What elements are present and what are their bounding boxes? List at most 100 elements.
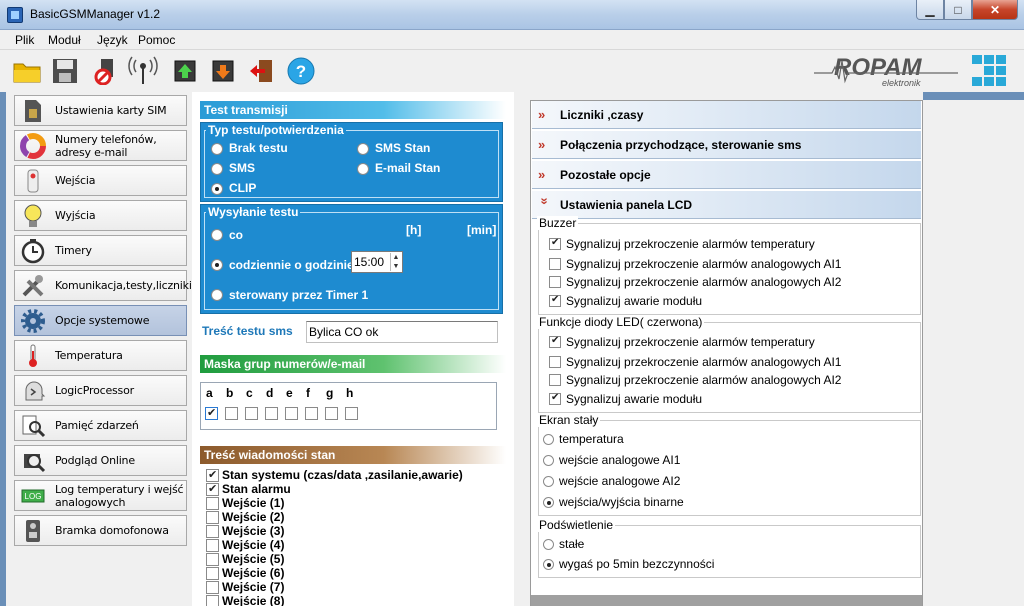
nav-label: Ustawienia karty SIM: [55, 104, 167, 117]
antenna-icon[interactable]: [128, 56, 158, 86]
nav-opcje-systemowe[interactable]: Opcje systemowe: [14, 305, 187, 336]
app-icon: [7, 7, 23, 23]
sms-content-input[interactable]: Bylica CO ok: [306, 321, 498, 343]
minimize-button[interactable]: ▁: [916, 0, 944, 20]
log-icon: LOG: [19, 482, 47, 510]
buzzer-checkbox[interactable]: [549, 294, 561, 307]
radio-clip[interactable]: [211, 183, 223, 195]
radio-label: SMS: [229, 161, 256, 175]
nav-logicprocessor[interactable]: LogicProcessor: [14, 375, 187, 406]
nav-log-temperatury[interactable]: LOG Log temperatury i wejść analogowych: [14, 480, 187, 511]
status-item-label: Wejście (6): [222, 566, 285, 580]
nav-komunikacja[interactable]: Komunikacja,testy,liczniki: [14, 270, 192, 301]
title-bar: BasicGSMManager v1.2 ▁ □ ✕: [0, 0, 1024, 30]
radio-label: E-mail Stan: [375, 161, 441, 175]
radio-timer1[interactable]: [211, 289, 223, 301]
screen-radio[interactable]: [543, 455, 554, 466]
nav-podglad-online[interactable]: Podgląd Online: [14, 445, 187, 476]
status-checkbox[interactable]: [206, 567, 219, 580]
folder-open-icon[interactable]: [12, 56, 42, 86]
status-checkbox[interactable]: [206, 539, 219, 552]
mask-checkbox-c[interactable]: [245, 407, 258, 420]
radio-codziennie[interactable]: [211, 259, 223, 271]
accordion-polaczenia[interactable]: » Połączenia przychodzące, sterowanie sm…: [532, 131, 921, 159]
radio-sms-stan[interactable]: [357, 143, 369, 155]
led-checkbox[interactable]: [549, 356, 561, 368]
led-checkbox[interactable]: [549, 392, 561, 405]
mask-checkbox-e[interactable]: [285, 407, 298, 420]
option-label: Sygnalizuj przekroczenie alarmów tempera…: [566, 335, 815, 349]
mask-checkbox-b[interactable]: [225, 407, 238, 420]
status-checkbox[interactable]: [206, 482, 219, 496]
accordion-label: Ustawienia panela LCD: [560, 197, 693, 212]
option-label: wejście analogowe AI1: [559, 453, 681, 467]
send-test-group: Wysyłanie testu [h] [min] co codziennie …: [200, 204, 503, 314]
menu-plik[interactable]: Plik: [15, 33, 34, 47]
screen-radio[interactable]: [543, 497, 554, 508]
status-checkbox[interactable]: [206, 497, 219, 510]
nav-timery[interactable]: Timery: [14, 235, 187, 266]
status-checkbox[interactable]: [206, 468, 219, 482]
chevron-right-icon: »: [538, 107, 546, 122]
download-chip-icon[interactable]: [208, 56, 238, 86]
nav-numery-telefonow[interactable]: Numery telefonów, adresy e-mail: [14, 130, 187, 161]
nav-wyjscia[interactable]: Wyjścia: [14, 200, 187, 231]
nav-wejscia[interactable]: Wejścia: [14, 165, 187, 196]
status-checkbox[interactable]: [206, 511, 219, 524]
no-write-icon[interactable]: [90, 56, 120, 86]
radio-email-stan[interactable]: [357, 163, 369, 175]
svg-text:?: ?: [296, 62, 306, 81]
status-checkbox[interactable]: [206, 553, 219, 566]
backlight-title: Podświetlenie: [537, 518, 616, 532]
buzzer-checkbox[interactable]: [549, 258, 561, 270]
exit-door-icon[interactable]: [246, 56, 276, 86]
screen-radio[interactable]: [543, 434, 554, 445]
sensor-icon: [19, 167, 47, 195]
status-checkbox[interactable]: [206, 581, 219, 594]
time-input[interactable]: 15:00 ▲ ▼: [351, 251, 403, 273]
radio-brak-testu[interactable]: [211, 143, 223, 155]
backlight-radio[interactable]: [543, 559, 554, 570]
save-icon[interactable]: [50, 56, 80, 86]
test-panel: Test transmisji Typ testu/potwierdzenia …: [192, 92, 514, 606]
time-spinner[interactable]: ▲ ▼: [390, 253, 401, 271]
help-icon[interactable]: ?: [286, 56, 316, 86]
nav-bramka-domofonowa[interactable]: Bramka domofonowa: [14, 515, 187, 546]
maximize-button[interactable]: □: [944, 0, 972, 20]
led-checkbox[interactable]: [549, 335, 561, 348]
bulb-icon: [19, 202, 47, 230]
nav-label: Opcje systemowe: [55, 314, 150, 327]
status-checkbox[interactable]: [206, 595, 219, 606]
mask-checkbox-d[interactable]: [265, 407, 278, 420]
close-button[interactable]: ✕: [972, 0, 1018, 20]
buzzer-checkbox[interactable]: [549, 276, 561, 288]
screen-radio[interactable]: [543, 476, 554, 487]
accordion-label: Liczniki ,czasy: [560, 107, 644, 122]
backlight-radio[interactable]: [543, 539, 554, 550]
accordion-panel-lcd[interactable]: » Ustawienia panela LCD: [532, 191, 921, 219]
status-checkbox[interactable]: [206, 525, 219, 538]
accordion-liczniki[interactable]: » Liczniki ,czasy: [532, 101, 921, 129]
mask-checkbox-f[interactable]: [305, 407, 318, 420]
upload-chip-icon[interactable]: [170, 56, 200, 86]
radio-sms[interactable]: [211, 163, 223, 175]
accordion-pozostale[interactable]: » Pozostałe opcje: [532, 161, 921, 189]
mask-checkbox-g[interactable]: [325, 407, 338, 420]
nav-pamiec-zdarzen[interactable]: Pamięć zdarzeń: [14, 410, 187, 441]
menu-modul[interactable]: Moduł: [48, 33, 81, 47]
backlight-group: Podświetlenie stałe wygaś po 5min bezczy…: [537, 518, 921, 578]
option-label: Sygnalizuj przekroczenie alarmów analogo…: [566, 373, 842, 387]
nav-ustawienia-karty-sim[interactable]: Ustawienia karty SIM: [14, 95, 187, 126]
radio-co[interactable]: [211, 229, 223, 241]
status-item-label: Wejście (2): [222, 510, 285, 524]
nav-temperatura[interactable]: Temperatura: [14, 340, 187, 371]
time-value: 15:00: [354, 255, 385, 269]
buzzer-checkbox[interactable]: [549, 237, 561, 250]
mask-checkbox-a[interactable]: [205, 406, 218, 420]
menu-jezyk[interactable]: Język: [97, 33, 128, 47]
option-label: Sygnalizuj przekroczenie alarmów tempera…: [566, 237, 815, 251]
chevron-right-icon: »: [538, 137, 546, 152]
led-checkbox[interactable]: [549, 374, 561, 386]
menu-pomoc[interactable]: Pomoc: [138, 33, 175, 47]
mask-checkbox-h[interactable]: [345, 407, 358, 420]
